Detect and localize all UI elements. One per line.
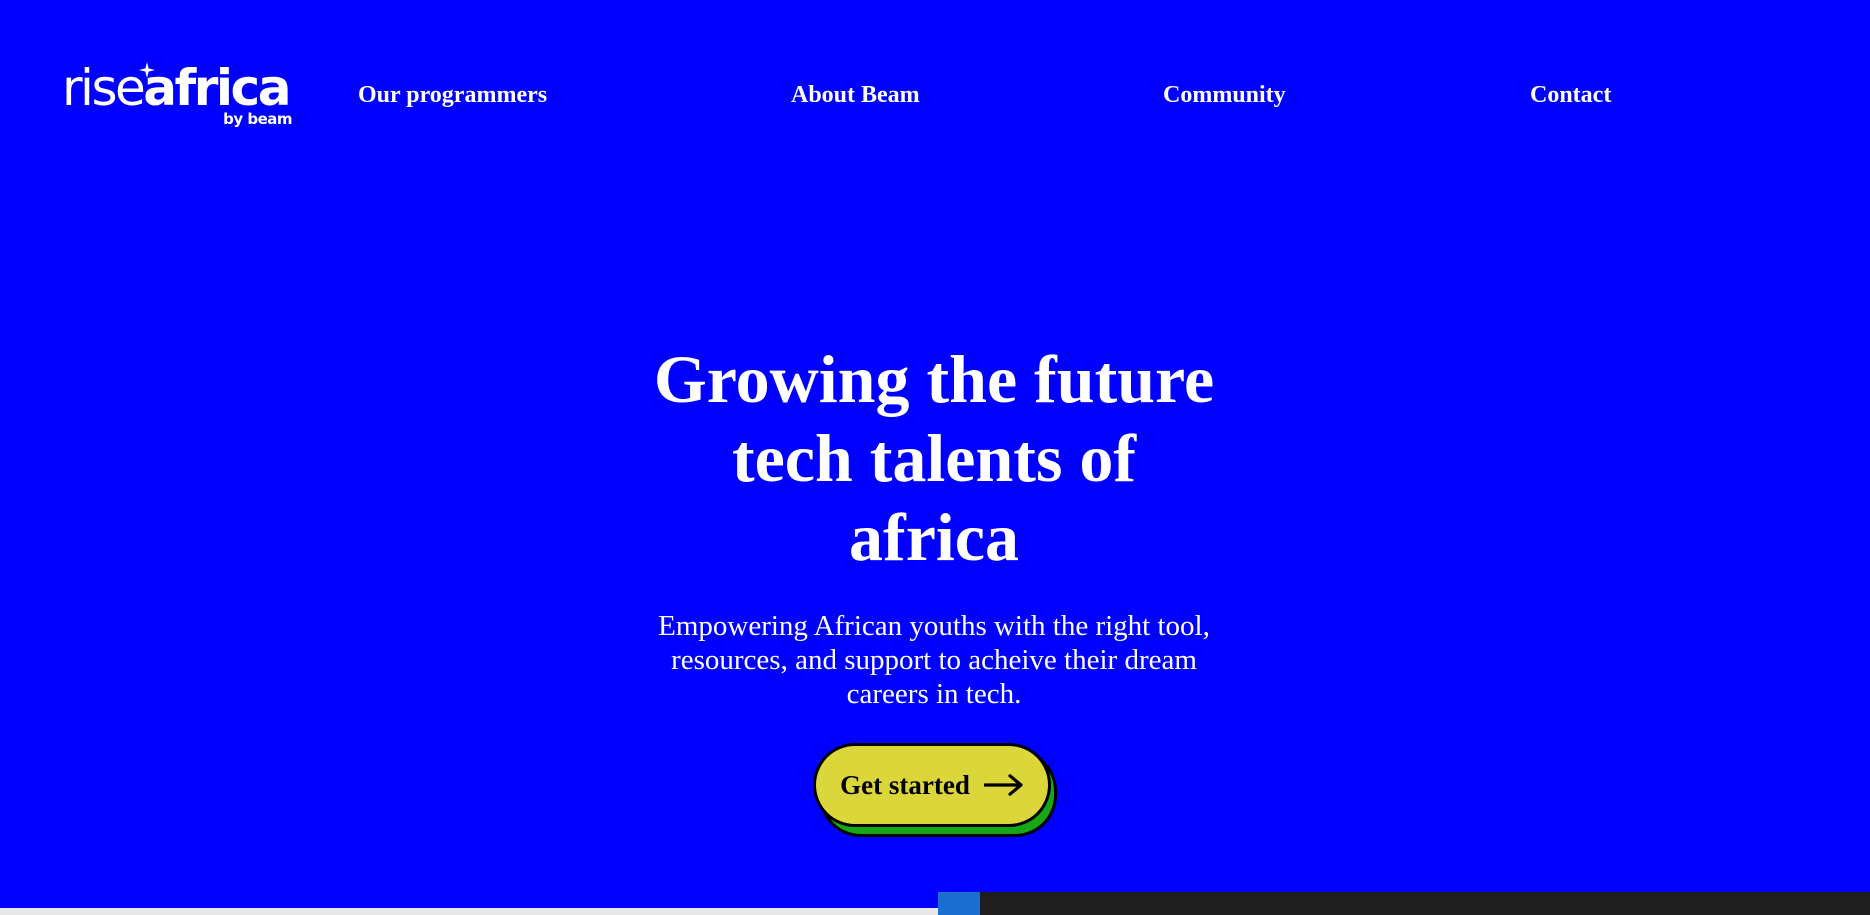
get-started-button[interactable]: Get started	[813, 743, 1051, 827]
landing-page: riseafrica by beam Our programmers About…	[0, 0, 1870, 908]
brand-logo[interactable]: riseafrica by beam	[62, 58, 294, 130]
arrow-right-icon	[983, 774, 1023, 796]
hero-subtitle: Empowering African youths with the right…	[658, 610, 1210, 710]
hero-title-line-2: tech talents of	[731, 420, 1137, 496]
taskbar	[938, 892, 1870, 915]
nav-link-contact[interactable]: Contact	[1530, 80, 1611, 110]
sparkle-star-icon	[139, 62, 155, 78]
cta-container: Get started	[813, 743, 1059, 837]
hero-section: Growing the future tech talents of afric…	[634, 340, 1234, 711]
logo-byline: by beam	[223, 110, 292, 128]
taskbar-start-button[interactable]	[938, 892, 980, 915]
hero-title-line-3: africa	[849, 499, 1019, 575]
nav-link-community[interactable]: Community	[1163, 80, 1286, 110]
nav-link-our-programmers[interactable]: Our programmers	[358, 80, 547, 110]
logo-word-rise: rise	[62, 59, 146, 117]
nav-link-about-beam[interactable]: About Beam	[791, 80, 920, 110]
get-started-label: Get started	[840, 769, 970, 800]
hero-title: Growing the future tech talents of afric…	[634, 340, 1234, 577]
hero-title-line-1: Growing the future	[653, 341, 1215, 417]
logo-wordmark: riseafrica	[62, 58, 291, 118]
logo-word-africa: africa	[143, 59, 291, 117]
